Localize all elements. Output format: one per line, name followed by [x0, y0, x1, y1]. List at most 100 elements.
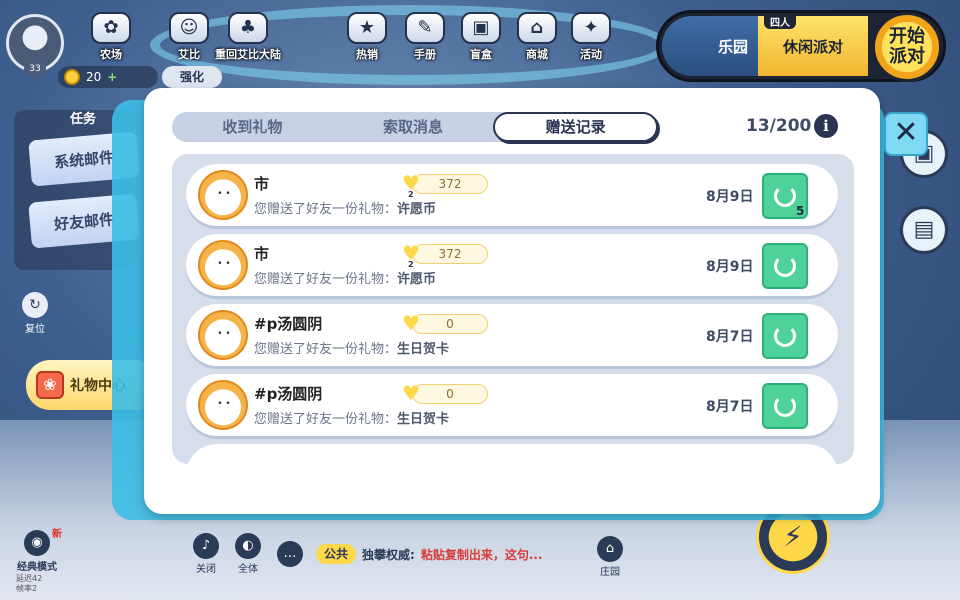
loading-icon [774, 325, 796, 347]
tab-friend-mail-label: 好友邮件 [53, 209, 115, 234]
reset-icon: ↻ [22, 292, 48, 318]
friend-avatar[interactable]: • • [198, 380, 248, 430]
event-icon: ✦ [571, 12, 611, 44]
handbook-icon: ✎ [405, 12, 445, 44]
list-item[interactable]: • • #p汤圆阴 您赠送了好友一份礼物：生日贺卡 0 ♥ 8月7日 [186, 304, 838, 366]
tab-received-gifts[interactable]: 收到礼物 [172, 112, 333, 142]
modal-tabs: 收到礼物 索取消息 赠送记录 [172, 112, 659, 142]
heart-icon: ♥ [402, 311, 420, 335]
home-label: 庄园 [600, 567, 620, 578]
tab-send-records-label: 赠送记录 [545, 118, 606, 136]
gift-description: 您赠送了好友一份礼物：许愿币 [254, 198, 436, 217]
blind-box-icon: ▣ [461, 12, 501, 44]
nav-item-4[interactable]: ✎ 手册 [396, 12, 454, 64]
add-coin-icon[interactable]: + [107, 70, 117, 84]
nav-item-2[interactable]: ♣ 重回艾比大陆 [206, 12, 290, 64]
avatar-face-icon: • • [217, 259, 231, 269]
gift-desc-prefix: 您赠送了好友一份礼物： [254, 272, 398, 287]
gift-desc-prefix: 您赠送了好友一份礼物： [254, 202, 398, 217]
speaker-icon: ◐ [235, 533, 261, 559]
mic-toggle-button[interactable]: ♪ 关闭 [190, 533, 222, 575]
send-date: 8月7日 [706, 329, 754, 345]
hot-sale-icon: ★ [347, 12, 387, 44]
home-button[interactable]: ⌂ 庄园 [594, 536, 626, 578]
gift-description: 您赠送了好友一份礼物：许愿币 [254, 268, 436, 287]
bear-icon: ♣ [228, 12, 268, 44]
tab-send-records[interactable]: 赠送记录 [493, 112, 659, 142]
nav-item-label: 商城 [526, 48, 548, 61]
friend-name: 市 [254, 245, 270, 263]
list-item[interactable]: • • #p汤圆阴 您赠送了好友一份礼物：生日贺卡 0 ♥ 8月7日 [186, 374, 838, 436]
chat-bubble-icon: … [277, 540, 303, 567]
status-button[interactable] [762, 243, 808, 289]
nav-item-3[interactable]: ★ 热销 [338, 12, 396, 64]
record-count: 13/200 [746, 116, 812, 136]
nav-item-label: 活动 [580, 48, 602, 61]
mall-icon: ⌂ [517, 12, 557, 44]
enhance-button[interactable]: 强化 [162, 66, 222, 88]
start-party-label: 开始派对 [889, 26, 925, 67]
friend-name: #p汤圆阴 [254, 315, 323, 333]
cat-icon: ☺ [169, 12, 209, 44]
mode-player-tag: 四人 [764, 14, 796, 29]
perf-stats: 延迟42 帧率2 [16, 574, 42, 594]
loading-icon [774, 395, 796, 417]
chat-user: 独攀权威: [362, 547, 415, 562]
speaker-button[interactable]: ◐ 全体 [232, 533, 264, 575]
mic-icon: ♪ [193, 533, 219, 559]
nav-item-7[interactable]: ✦ 活动 [562, 12, 620, 64]
bottom-bar: ♪ 关闭 ◐ 全体 … 公共 独攀权威: 粘贴复制出来，这句... [190, 533, 630, 575]
mode-park-button[interactable]: 乐园 [662, 16, 762, 76]
tab-request-messages[interactable]: 索取消息 [333, 112, 494, 142]
info-icon[interactable]: i [814, 114, 838, 138]
status-button[interactable] [762, 313, 808, 359]
mic-label: 关闭 [196, 564, 216, 575]
nav-item-0[interactable]: ✿ 农场 [82, 12, 140, 64]
list-item[interactable]: • • 市您赠送了好友一份礼物：许愿币 372 ♥ 2 8月9日 5 [186, 164, 838, 226]
gift-description: 您赠送了好友一份礼物：生日贺卡 [254, 408, 449, 427]
chat-message: 粘贴复制出来，这句... [420, 547, 543, 562]
latency-text: 延迟42 [16, 574, 43, 583]
list-item[interactable]: • • 市您赠送了好友一份礼物：许愿币 372 ♥ 2 8月9日 [186, 234, 838, 296]
tab-system-mail-label: 系统邮件 [53, 147, 115, 172]
coin-icon [64, 69, 80, 85]
ticket-icon[interactable]: ▤ [900, 206, 948, 254]
chat-strip[interactable]: 公共 独攀权威: 粘贴复制出来，这句... [316, 543, 543, 565]
chat-button[interactable]: … [274, 540, 306, 568]
send-date: 8月7日 [706, 399, 754, 415]
classic-mode-label: 经典模式 [17, 562, 57, 573]
status-button[interactable] [762, 383, 808, 429]
nav-item-label: 农场 [100, 48, 122, 61]
avatar-face-icon: • • [217, 189, 231, 199]
nav-item-label: 热销 [356, 48, 378, 61]
heart-level: 2 [408, 260, 414, 269]
gift-description: 您赠送了好友一份礼物：生日贺卡 [254, 338, 449, 357]
classic-mode-button[interactable]: ◉ 新 经典模式 [12, 529, 62, 573]
gift-item-name: 许愿币 [397, 272, 437, 287]
friend-avatar[interactable]: • • [198, 240, 248, 290]
enhance-label: 强化 [179, 70, 204, 84]
nav-item-6[interactable]: ⌂ 商城 [508, 12, 566, 64]
fps-text: 帧率2 [16, 584, 38, 593]
reset-label: 复位 [25, 324, 45, 335]
close-button[interactable]: ✕ [884, 112, 928, 156]
farm-icon: ✿ [91, 12, 131, 44]
mode-select-button[interactable]: 四人 休闲派对 [758, 14, 868, 76]
mode-park-label: 乐园 [717, 37, 748, 56]
send-record-list[interactable]: • • 市您赠送了好友一份礼物：许愿币 372 ♥ 2 8月9日 5 • • 市您赠送了好友一份… [172, 154, 854, 464]
gift-item-name: 生日贺卡 [397, 342, 450, 357]
friend-avatar[interactable]: • • [198, 170, 248, 220]
home-icon: ⌂ [597, 536, 623, 562]
start-party-button[interactable]: 开始派对 [872, 12, 942, 82]
nav-item-label: 艾比 [178, 48, 200, 61]
heart-level: 2 [408, 190, 414, 199]
nav-item-label: 手册 [414, 48, 436, 61]
reset-button[interactable]: ↻ 复位 [18, 292, 52, 336]
nav-item-5[interactable]: ▣ 盲盒 [452, 12, 510, 64]
tab-received-gifts-label: 收到礼物 [222, 118, 283, 136]
gift-item-name: 生日贺卡 [397, 412, 450, 427]
coin-counter[interactable]: 20 + [58, 66, 158, 88]
task-label[interactable]: 任务 [70, 108, 96, 127]
friend-avatar[interactable]: • • [198, 310, 248, 360]
list-item-partial[interactable] [186, 444, 838, 464]
